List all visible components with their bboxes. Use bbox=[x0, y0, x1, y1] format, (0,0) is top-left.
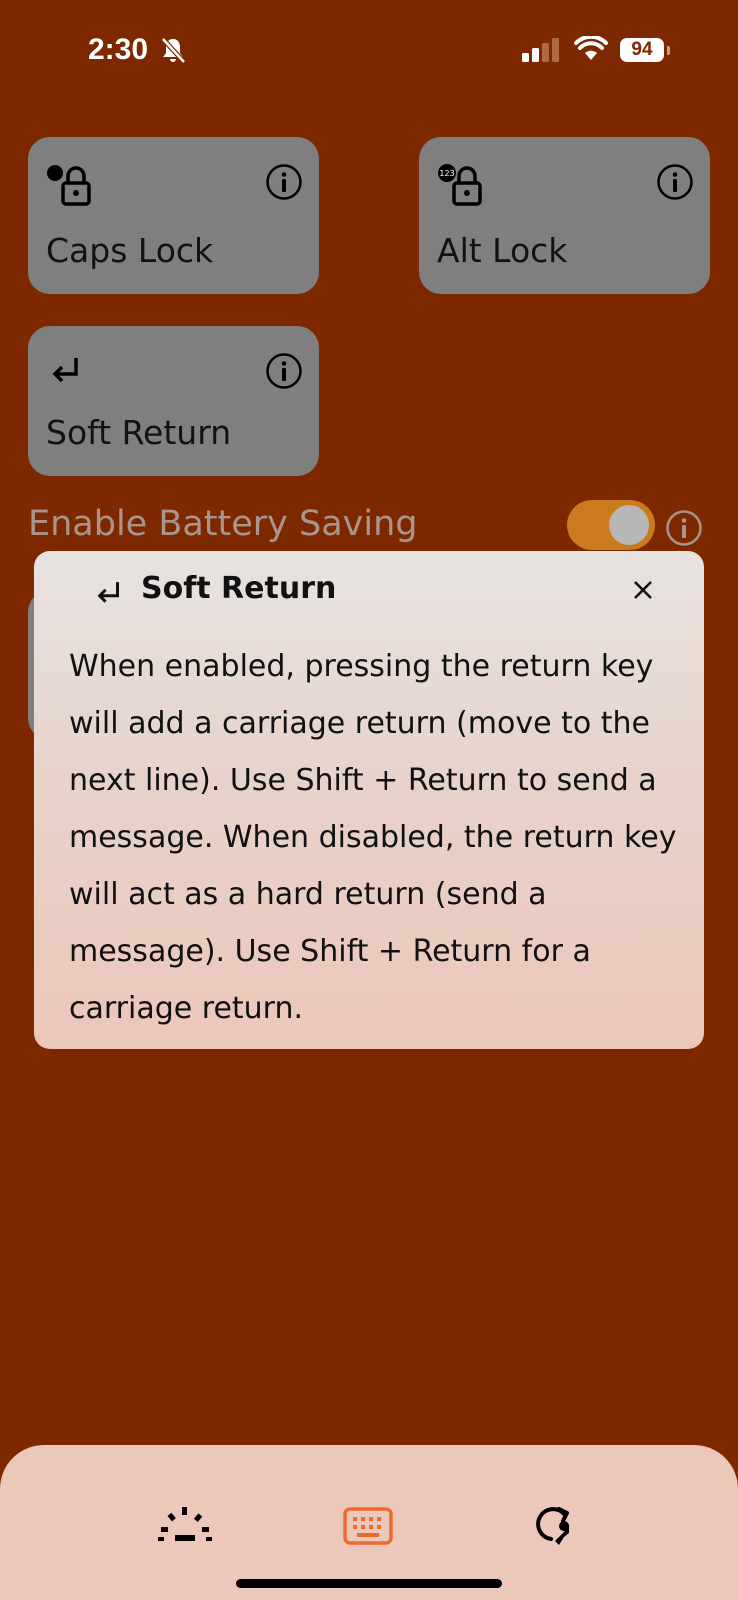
status-bar: 2:30 94 bbox=[0, 0, 738, 100]
cellular-signal-icon bbox=[522, 38, 559, 62]
alt-lock-label: Alt Lock bbox=[437, 231, 568, 270]
caps-lock-tile[interactable]: Caps Lock bbox=[28, 137, 319, 294]
caps-lock-label: Caps Lock bbox=[46, 231, 214, 270]
soft-return-popover: Soft Return When enabled, pressing the r… bbox=[34, 551, 704, 1049]
bell-slash-icon bbox=[161, 37, 186, 64]
info-icon[interactable] bbox=[656, 163, 694, 201]
brightness-icon[interactable] bbox=[158, 1505, 212, 1545]
alt-lock-icon: 123 bbox=[438, 164, 482, 206]
return-arrow-icon bbox=[52, 358, 78, 383]
battery-tip bbox=[667, 46, 670, 55]
caps-lock-icon bbox=[47, 165, 91, 206]
info-icon[interactable] bbox=[265, 163, 303, 201]
popover-body: When enabled, pressing the return key wi… bbox=[69, 649, 677, 1026]
info-icon[interactable] bbox=[265, 352, 303, 390]
home-indicator bbox=[236, 1579, 502, 1588]
status-time: 2:30 bbox=[88, 33, 149, 66]
battery-icon: 94 bbox=[620, 38, 664, 62]
return-arrow-icon bbox=[97, 582, 119, 603]
info-icon[interactable] bbox=[665, 509, 703, 547]
battery-saving-label: Enable Battery Saving bbox=[28, 504, 418, 544]
close-icon[interactable] bbox=[632, 579, 654, 601]
soft-return-label: Soft Return bbox=[46, 413, 232, 452]
wifi-icon bbox=[574, 36, 608, 60]
sync-settings-icon[interactable] bbox=[531, 1503, 575, 1547]
popover-title: Soft Return bbox=[141, 571, 337, 606]
battery-saving-toggle[interactable] bbox=[567, 500, 655, 550]
toggle-knob bbox=[609, 505, 649, 545]
keyboard-icon[interactable] bbox=[343, 1507, 393, 1545]
alt-lock-tile[interactable]: 123 Alt Lock bbox=[419, 137, 710, 294]
alt-lock-badge: 123 bbox=[439, 169, 454, 178]
soft-return-tile[interactable]: Soft Return bbox=[28, 326, 319, 476]
bottom-nav-bar bbox=[0, 1445, 738, 1600]
